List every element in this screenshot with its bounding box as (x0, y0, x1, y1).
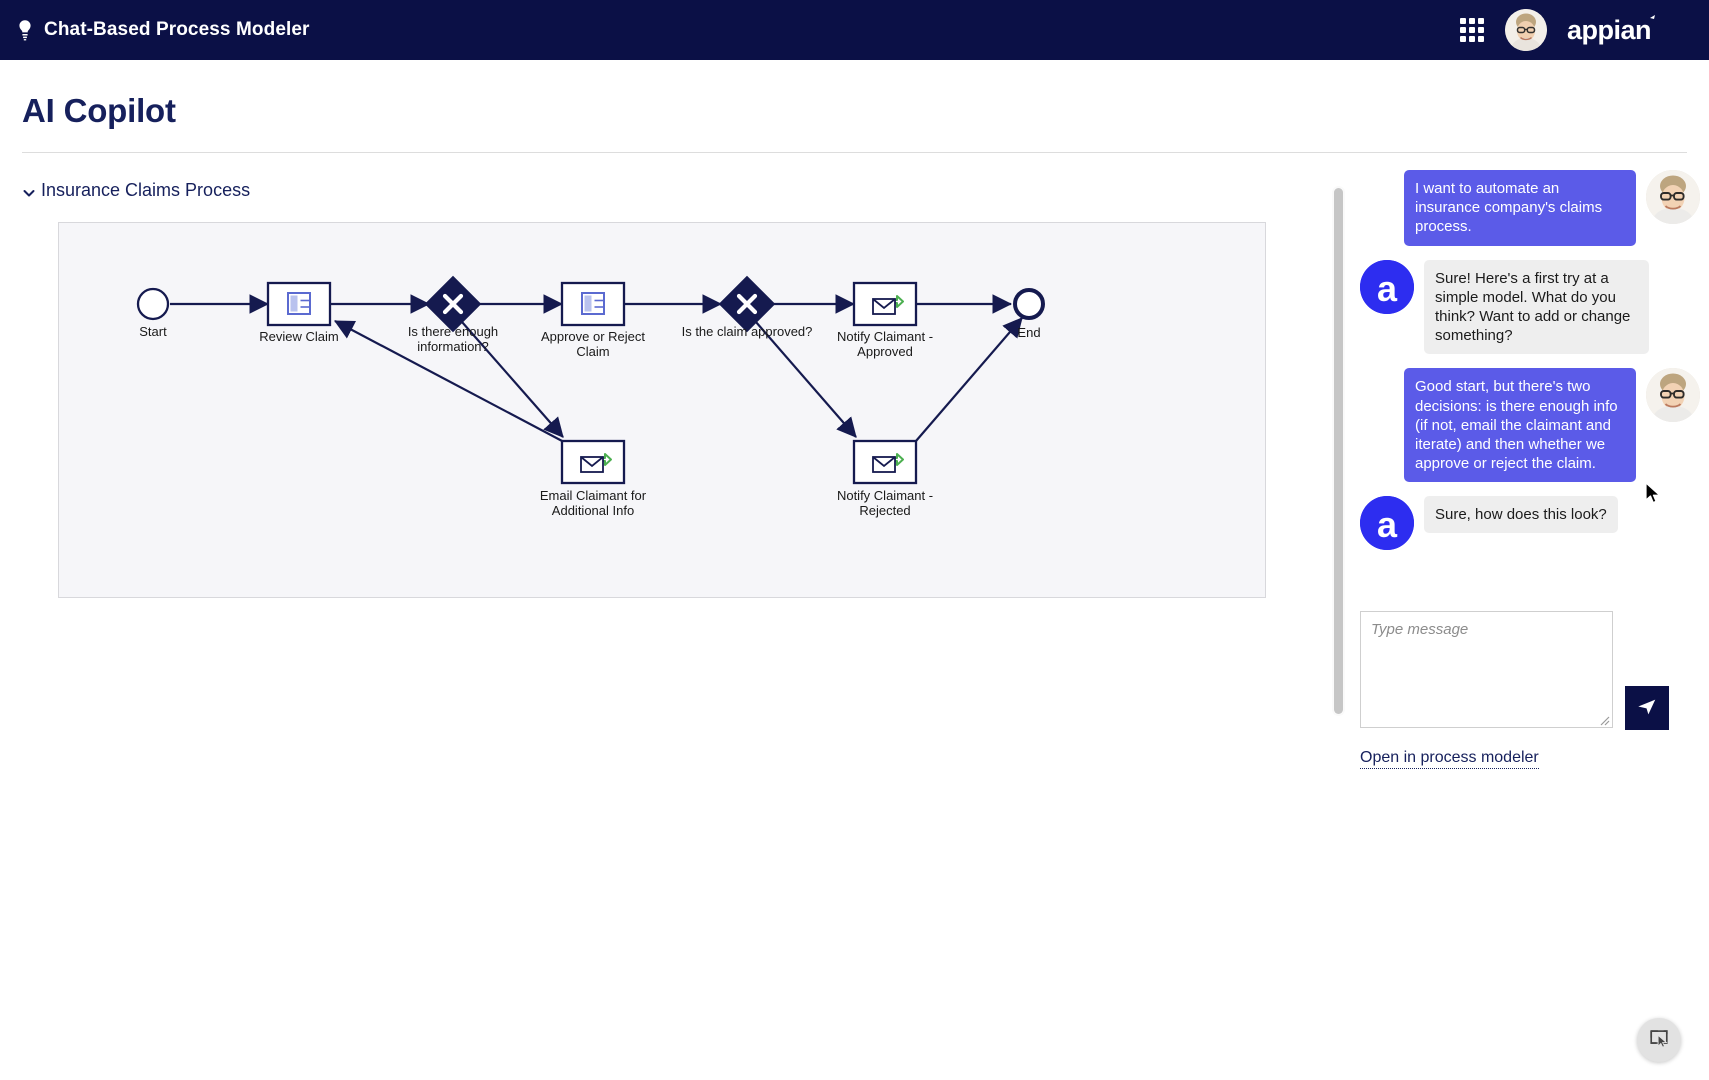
chat-message-list: I want to automate an insurance company'… (1360, 170, 1700, 564)
send-paper-plane-icon (1636, 696, 1658, 721)
svg-text:Review Claim: Review Claim (259, 329, 338, 344)
apps-grid-icon[interactable] (1459, 17, 1485, 43)
select-region-cursor-icon (1648, 1027, 1670, 1054)
svg-text:Rejected: Rejected (859, 503, 910, 518)
select-region-button[interactable] (1637, 1018, 1681, 1062)
top-navigation-bar: Chat-Based Process Modeler appian ap (0, 0, 1709, 60)
chat-bubble-text: Good start, but there's two decisions: i… (1404, 368, 1636, 483)
diagram-node-approve-reject-claim: Approve or Reject Claim (541, 281, 645, 359)
svg-text:Is the claim approved?: Is the claim approved? (682, 324, 813, 339)
diagram-node-gateway-approved: Is the claim approved? (682, 275, 813, 339)
app-brand: Chat-Based Process Modeler (16, 19, 310, 41)
chat-bubble-text: I want to automate an insurance company'… (1404, 170, 1636, 246)
chat-message-assistant: a Sure, how does this look? (1360, 496, 1700, 551)
svg-text:appian: appian (1567, 15, 1651, 45)
chevron-down-icon[interactable] (22, 184, 36, 198)
user-avatar (1646, 368, 1700, 423)
scrollbar-thumb[interactable] (1334, 188, 1343, 714)
message-input[interactable] (1360, 611, 1613, 728)
title-divider (22, 152, 1687, 153)
diagram-node-email-claimant: Email Claimant for Additional Info (540, 439, 647, 518)
diagram-node-end: End (1013, 288, 1045, 340)
svg-text:Start: Start (139, 324, 167, 339)
diagram-node-review-claim: Review Claim (259, 281, 339, 344)
chat-bubble-text: Sure, how does this look? (1424, 496, 1618, 534)
section-header-insurance-claims-process[interactable]: Insurance Claims Process (22, 180, 250, 201)
svg-text:Email Claimant for: Email Claimant for (540, 488, 647, 503)
chat-message-user: I want to automate an insurance company'… (1360, 170, 1700, 246)
svg-text:Notify Claimant -: Notify Claimant - (837, 329, 933, 344)
appian-a-logo: a (1360, 259, 1414, 314)
diagram-node-notify-claimant-rejected: Notify Claimant - Rejected (837, 439, 933, 518)
svg-text:Notify Claimant -: Notify Claimant - (837, 488, 933, 503)
svg-text:Approve or Reject: Approve or Reject (541, 329, 645, 344)
svg-text:End: End (1017, 325, 1040, 340)
top-bar-actions: appian appian (1459, 9, 1687, 51)
diagram-vertical-scrollbar[interactable] (1332, 186, 1345, 716)
appian-a-logo: a (1360, 496, 1414, 551)
svg-text:Is there enough: Is there enough (408, 324, 498, 339)
svg-text:a: a (1377, 268, 1398, 309)
section-header-label: Insurance Claims Process (41, 180, 251, 200)
user-avatar[interactable] (1505, 9, 1547, 51)
page-title: AI Copilot (22, 92, 176, 129)
svg-text:Claim: Claim (576, 344, 609, 359)
chat-composer: Open in process modeler (1360, 611, 1700, 769)
app-title: Chat-Based Process Modeler (44, 19, 310, 40)
user-avatar (1646, 170, 1700, 224)
open-in-process-modeler-link[interactable]: Open in process modeler (1360, 749, 1539, 769)
chat-message-assistant: a Sure! Here's a first try at a simple m… (1360, 259, 1700, 355)
svg-text:information?: information? (417, 339, 489, 354)
diagram-node-gateway-info: Is there enough information? (408, 275, 498, 354)
appian-logo: appian appian (1567, 13, 1687, 47)
chat-message-user: Good start, but there's two decisions: i… (1360, 368, 1700, 483)
chat-bubble-text: Sure! Here's a first try at a simple mod… (1424, 259, 1649, 355)
svg-text:a: a (1377, 504, 1398, 545)
process-diagram-canvas[interactable]: Start Review Claim Is there enough infor… (58, 222, 1266, 598)
appian-logo-text: appian (1687, 13, 1688, 14)
svg-text:Approved: Approved (857, 344, 913, 359)
diagram-node-notify-claimant-approved: Notify Claimant - Approved (837, 281, 933, 359)
lightbulb-icon (16, 19, 34, 41)
svg-text:Additional Info: Additional Info (552, 503, 634, 518)
send-button[interactable] (1625, 686, 1669, 730)
diagram-node-start: Start (136, 287, 170, 339)
